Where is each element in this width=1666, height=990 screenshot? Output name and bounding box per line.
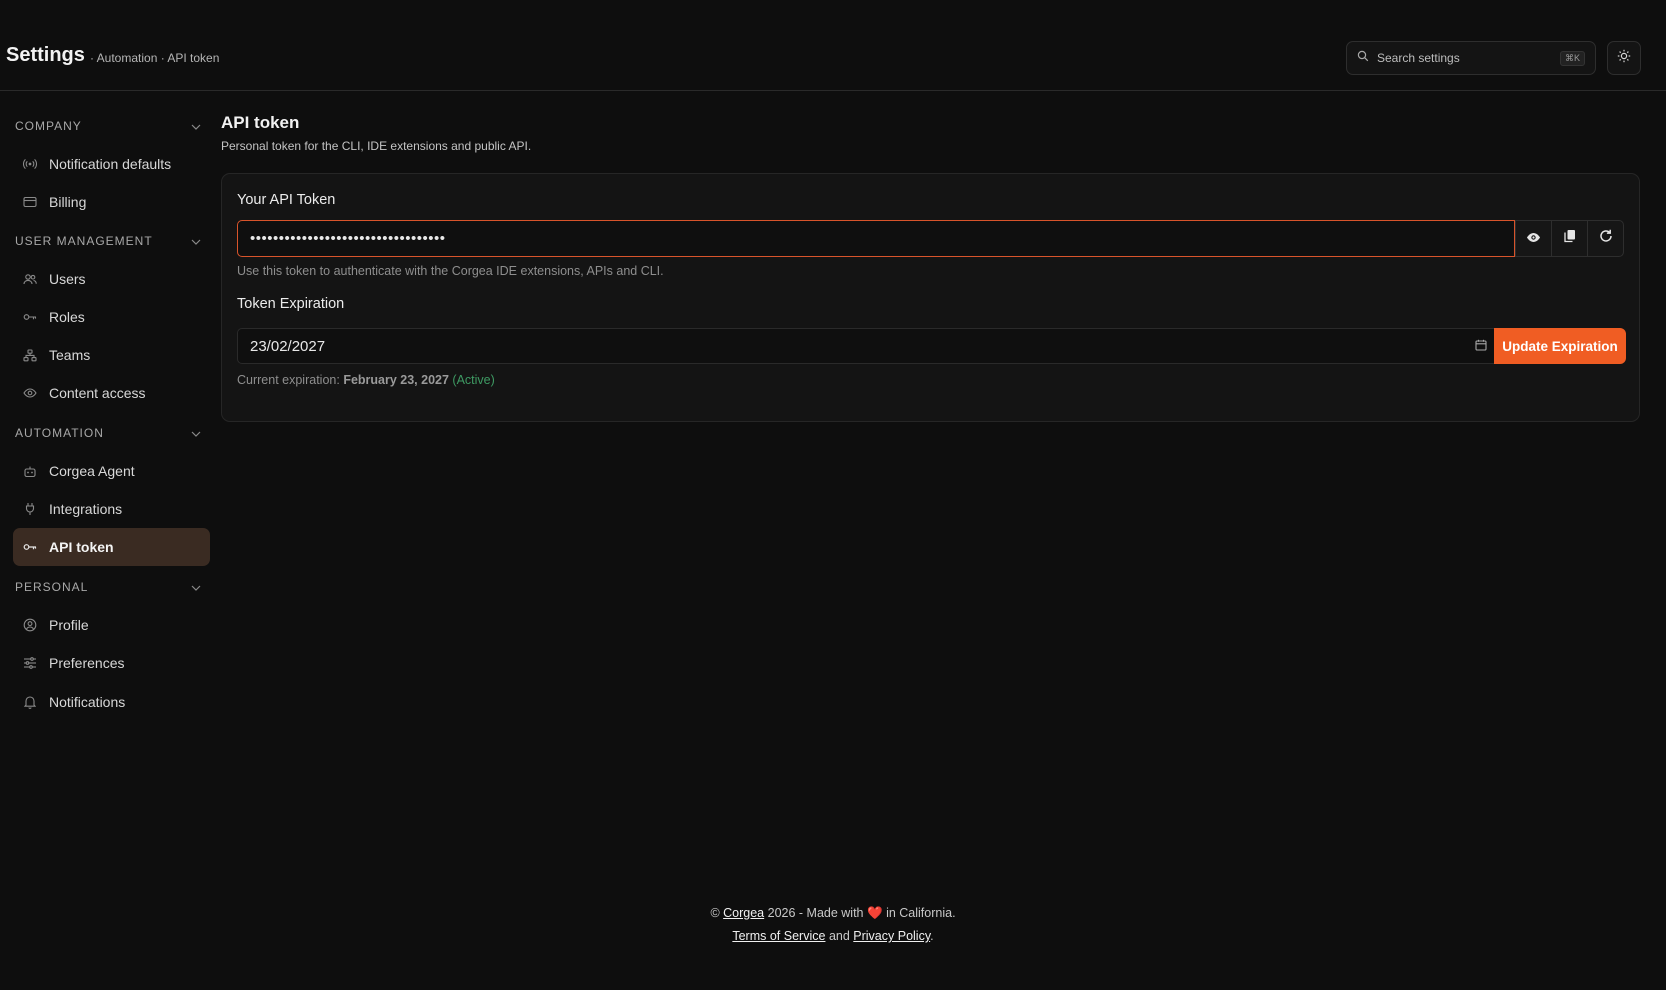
calendar-icon[interactable] [1475, 338, 1487, 355]
footer-period: . [930, 929, 934, 943]
api-token-field[interactable]: •••••••••••••••••••••••••••••••••• [237, 220, 1515, 257]
section-subtitle: Personal token for the CLI, IDE extensio… [221, 139, 532, 153]
expiration-prefix: Current expiration: [237, 373, 340, 387]
sidebar-item-label: Profile [49, 617, 89, 633]
sidebar-item-label: Billing [49, 194, 87, 210]
bell-icon [23, 695, 37, 709]
breadcrumb: · Automation · API token [90, 51, 220, 65]
api-token-card: Your API Token •••••••••••••••••••••••••… [221, 173, 1640, 422]
eye-icon [23, 386, 37, 400]
sidebar-item-label: API token [49, 539, 114, 555]
sidebar-item-label: Notifications [49, 694, 126, 710]
copy-icon [1563, 229, 1576, 248]
expiration-date-input[interactable]: 23/02/2027 [237, 328, 1520, 364]
heart-icon: ❤️ [867, 906, 883, 920]
copyright-symbol: © [710, 906, 720, 920]
sidebar-item-label: Notification defaults [49, 156, 172, 172]
section-user-management[interactable]: USER MANAGEMENT [15, 231, 201, 251]
chevron-down-icon [191, 117, 201, 135]
chevron-down-icon [191, 232, 201, 250]
sidebar-item-label: Content access [49, 385, 146, 401]
sidebar-item-content-access[interactable]: Content access [13, 374, 210, 412]
search-placeholder: Search settings [1377, 51, 1460, 65]
token-help-text: Use this token to authenticate with the … [237, 264, 664, 278]
sidebar-item-label: Corgea Agent [49, 463, 135, 479]
key-icon [23, 310, 37, 324]
sidebar-item-notification-defaults[interactable]: Notification defaults [13, 145, 210, 183]
token-label: Your API Token [237, 192, 336, 208]
sun-icon [1617, 49, 1631, 68]
expiration-date: February 23, 2027 [343, 373, 449, 387]
sidebar-item-integrations[interactable]: Integrations [13, 490, 210, 528]
section-personal[interactable]: PERSONAL [15, 577, 201, 597]
chevron-down-icon [191, 578, 201, 596]
expiration-date-value: 23/02/2027 [250, 337, 326, 355]
section-title: API token [221, 113, 300, 132]
update-expiration-button[interactable]: Update Expiration [1494, 328, 1626, 364]
search-settings-input[interactable]: Search settings ⌘K [1346, 41, 1596, 75]
search-shortcut: ⌘K [1559, 50, 1585, 66]
robot-icon [23, 464, 37, 478]
sidebar-item-notifications[interactable]: Notifications [13, 683, 210, 721]
key-icon [23, 540, 37, 554]
current-expiration: Current expiration: February 23, 2027 (A… [237, 373, 495, 387]
sidebar-item-billing[interactable]: Billing [13, 183, 210, 221]
sidebar-item-users[interactable]: Users [13, 260, 210, 298]
footer-and: and [828, 929, 850, 943]
footer-line-2: Terms of Service and Privacy Policy. [0, 929, 1666, 943]
sidebar-item-label: Integrations [49, 501, 123, 517]
sidebar-item-api-token[interactable]: API token [13, 528, 210, 566]
chevron-down-icon [191, 424, 201, 442]
show-token-button[interactable] [1515, 220, 1552, 257]
section-label: USER MANAGEMENT [15, 234, 153, 248]
privacy-policy-link[interactable]: Privacy Policy [853, 929, 930, 943]
status-badge: (Active) [452, 373, 495, 387]
search-icon [1357, 49, 1369, 67]
footer-location: in California. [886, 906, 956, 920]
plug-icon [23, 502, 37, 516]
users-icon [23, 272, 37, 286]
eye-icon [1526, 230, 1541, 248]
footer-line-1: © Corgea 2026 - Made with ❤️ in Californ… [0, 906, 1666, 921]
sidebar-item-label: Preferences [49, 655, 125, 671]
sidebar-item-roles[interactable]: Roles [13, 298, 210, 336]
corgea-link[interactable]: Corgea [723, 906, 764, 920]
section-automation[interactable]: AUTOMATION [15, 423, 201, 443]
section-label: AUTOMATION [15, 426, 104, 440]
expiration-label: Token Expiration [237, 296, 345, 312]
sidebar-item-profile[interactable]: Profile [13, 606, 210, 644]
credit-card-icon [23, 195, 37, 209]
sliders-icon [23, 656, 37, 670]
theme-toggle-button[interactable] [1607, 41, 1641, 75]
sidebar-item-label: Users [49, 271, 86, 287]
user-circle-icon [23, 618, 37, 632]
section-label: PERSONAL [15, 580, 89, 594]
broadcast-icon [23, 157, 37, 171]
copy-token-button[interactable] [1551, 220, 1588, 257]
footer-year-text: 2026 - Made with [767, 906, 864, 920]
top-header: Settings · Automation · API token Search… [0, 0, 1666, 91]
org-chart-icon [23, 348, 37, 362]
section-company[interactable]: COMPANY [15, 116, 201, 136]
regenerate-token-button[interactable] [1587, 220, 1624, 257]
sidebar-item-preferences[interactable]: Preferences [13, 644, 210, 682]
sidebar-item-label: Teams [49, 347, 91, 363]
terms-of-service-link[interactable]: Terms of Service [732, 929, 825, 943]
sidebar-item-teams[interactable]: Teams [13, 336, 210, 374]
section-label: COMPANY [15, 119, 82, 133]
page-title: Settings [6, 44, 85, 66]
refresh-icon [1599, 229, 1613, 248]
sidebar-item-corgea-agent[interactable]: Corgea Agent [13, 452, 210, 490]
sidebar-item-label: Roles [49, 309, 85, 325]
